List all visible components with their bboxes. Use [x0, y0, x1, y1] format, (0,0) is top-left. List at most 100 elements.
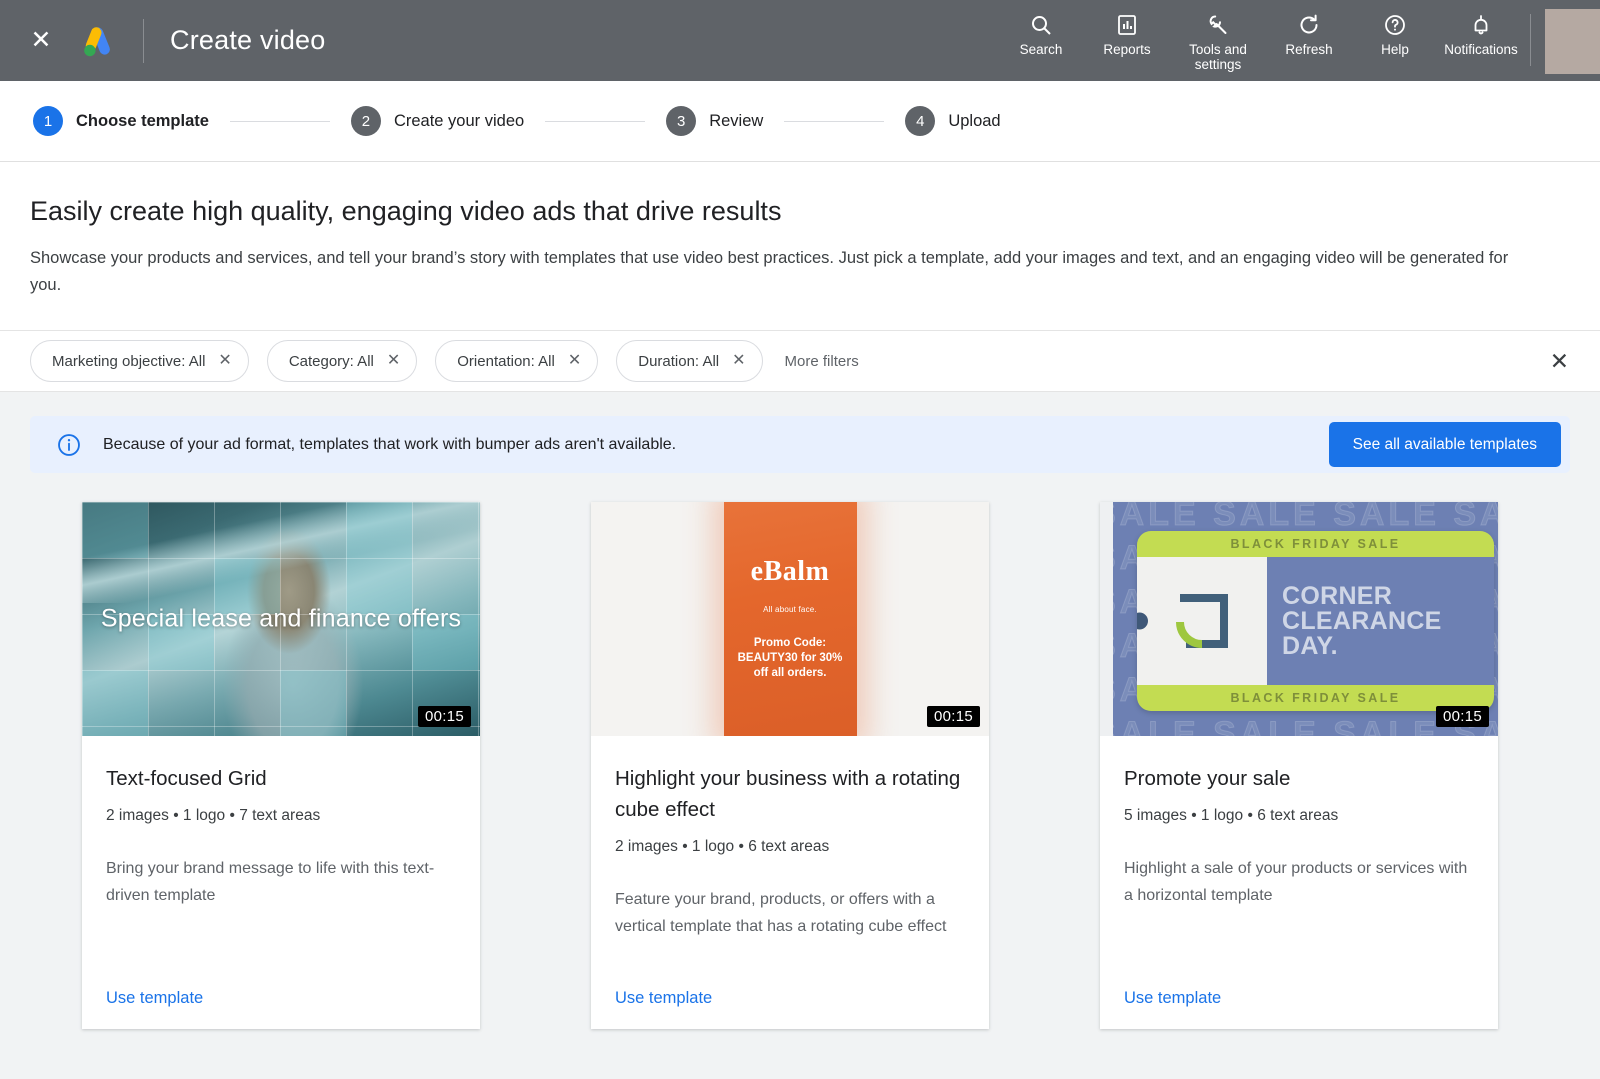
reports-button[interactable]: Reports [1084, 8, 1170, 57]
template-card-body: Highlight your business with a rotating … [591, 736, 989, 1029]
app-bar: ✕ Create video Search Reports Tools and … [0, 0, 1600, 81]
template-card-body: Text-focused Grid 2 images • 1 logo • 7 … [82, 736, 480, 1029]
step-review[interactable]: 3 Review [666, 106, 763, 136]
template-title: Highlight your business with a rotating … [615, 767, 961, 821]
filter-chip-duration[interactable]: Duration: All ✕ [616, 340, 763, 382]
thumbnail-tag-middle: CORNER CLEARANCE DAY. [1137, 557, 1494, 685]
thumbnail-tagline: All about face. [763, 605, 817, 614]
appbar-separator [1530, 14, 1531, 66]
thumbnail-line-1: CORNER [1282, 581, 1393, 610]
template-meta: 2 images • 1 logo • 7 text areas [106, 807, 321, 824]
template-title: Text-focused Grid [106, 767, 267, 790]
step-label: Review [709, 111, 764, 130]
see-all-available-templates-button[interactable]: See all available templates [1328, 422, 1561, 467]
intro-heading: Easily create high quality, engaging vid… [30, 196, 782, 226]
step-choose-template[interactable]: 1 Choose template [33, 106, 209, 136]
duration-badge: 00:15 [417, 706, 471, 727]
stepper: 1 Choose template 2 Create your video 3 … [0, 81, 1600, 162]
template-card[interactable]: SALE SALE SALE SALE SASALE SALE SALE SAL… [1100, 502, 1498, 1029]
chip-remove-icon[interactable]: ✕ [732, 353, 745, 369]
use-template-button[interactable]: Use template [106, 989, 456, 1029]
chip-label: Duration: All [638, 352, 720, 370]
google-ads-logo [78, 22, 116, 60]
notifications-button[interactable]: Notifications [1438, 8, 1524, 57]
more-filters-button[interactable]: More filters [785, 353, 859, 370]
help-label: Help [1381, 42, 1409, 57]
info-icon [56, 432, 82, 458]
filter-bar: Marketing objective: All ✕ Category: All… [0, 330, 1600, 392]
step-number: 4 [905, 106, 936, 136]
info-banner-message: Because of your ad format, templates tha… [103, 435, 677, 453]
clear-filters-icon[interactable]: ✕ [1546, 344, 1573, 379]
tag-hole [1137, 612, 1148, 630]
page-title: Create video [170, 25, 326, 55]
template-thumbnail[interactable]: eBalm All about face. Promo Code: BEAUTY… [591, 502, 989, 736]
thumbnail-tag-card: BLACK FRIDAY SALE CORNER CLEARANCE DAY. … [1137, 531, 1494, 711]
refresh-button[interactable]: Refresh [1266, 8, 1352, 57]
thumbnail-band-top: BLACK FRIDAY SALE [1137, 531, 1494, 557]
bell-icon [1469, 11, 1493, 39]
template-title: Promote your sale [1124, 767, 1291, 790]
appbar-divider [143, 18, 144, 63]
step-create-your-video[interactable]: 2 Create your video [350, 106, 525, 136]
step-connector [545, 120, 646, 122]
chip-label: Orientation: All [457, 352, 555, 370]
step-label: Create your video [393, 111, 525, 130]
step-number: 2 [350, 106, 381, 136]
filter-chip-orientation[interactable]: Orientation: All ✕ [435, 340, 599, 382]
tools-and-settings-button[interactable]: Tools and settings [1170, 8, 1266, 72]
search-icon [1029, 11, 1053, 39]
template-meta: 2 images • 1 logo • 6 text areas [615, 838, 830, 855]
use-template-button[interactable]: Use template [615, 989, 965, 1029]
chip-label: Category: All [288, 352, 374, 370]
template-description: Highlight a sale of your products or ser… [1124, 860, 1468, 904]
brand-logo-icon [1172, 592, 1232, 650]
thumbnail-line-2: CLEARANCE [1282, 606, 1442, 635]
reports-icon [1115, 11, 1139, 39]
refresh-label: Refresh [1285, 42, 1333, 57]
chip-remove-icon[interactable]: ✕ [218, 353, 231, 369]
thumbnail-promo: Promo Code: BEAUTY30 for 30% off all ord… [737, 637, 843, 679]
thumbnail-logo-pane [1137, 557, 1267, 685]
refresh-icon [1297, 11, 1321, 39]
notifications-label: Notifications [1444, 42, 1518, 57]
chip-remove-icon[interactable]: ✕ [387, 353, 400, 369]
chip-label: Marketing objective: All [52, 352, 206, 370]
help-button[interactable]: Help [1352, 8, 1438, 57]
wrench-icon [1206, 11, 1230, 39]
step-connector [784, 120, 885, 122]
thumbnail-caption: Special lease and finance offers [100, 604, 462, 633]
tools-and-settings-label: Tools and settings [1189, 42, 1247, 72]
close-icon[interactable]: ✕ [24, 24, 58, 58]
step-connector [229, 120, 330, 122]
search-label: Search [1019, 42, 1063, 57]
template-thumbnail[interactable]: Special lease and finance offers 00:15 [82, 502, 480, 736]
templates-page: Because of your ad format, templates tha… [0, 392, 1600, 1079]
thumbnail-ad-panel: eBalm All about face. Promo Code: BEAUTY… [723, 502, 857, 736]
duration-badge: 00:15 [1435, 706, 1489, 727]
step-upload[interactable]: 4 Upload [905, 106, 1001, 136]
template-description: Bring your brand message to life with th… [106, 860, 435, 904]
intro-section: Easily create high quality, engaging vid… [0, 162, 1600, 299]
template-thumbnail[interactable]: SALE SALE SALE SALE SASALE SALE SALE SAL… [1100, 502, 1498, 736]
step-label: Choose template [76, 111, 209, 130]
chip-remove-icon[interactable]: ✕ [568, 353, 581, 369]
filter-chip-marketing-objective[interactable]: Marketing objective: All ✕ [30, 340, 249, 382]
intro-description: Showcase your products and services, and… [30, 249, 1509, 294]
template-card-body: Promote your sale 5 images • 1 logo • 6 … [1100, 736, 1498, 1029]
template-card[interactable]: eBalm All about face. Promo Code: BEAUTY… [591, 502, 989, 1029]
duration-badge: 00:15 [926, 706, 980, 727]
avatar[interactable] [1545, 9, 1600, 74]
template-card-list: Special lease and finance offers 00:15 T… [30, 502, 1570, 1029]
template-description: Feature your brand, products, or offers … [615, 891, 947, 935]
info-banner: Because of your ad format, templates tha… [30, 416, 1570, 473]
filter-chip-category[interactable]: Category: All ✕ [266, 340, 418, 382]
thumbnail-headline-pane: CORNER CLEARANCE DAY. [1267, 557, 1494, 685]
template-card[interactable]: Special lease and finance offers 00:15 T… [82, 502, 480, 1029]
help-icon [1383, 11, 1407, 39]
step-number: 3 [666, 106, 697, 136]
thumbnail-brand: eBalm [750, 556, 830, 587]
search-button[interactable]: Search [998, 8, 1084, 57]
reports-label: Reports [1103, 42, 1151, 57]
use-template-button[interactable]: Use template [1124, 989, 1474, 1029]
